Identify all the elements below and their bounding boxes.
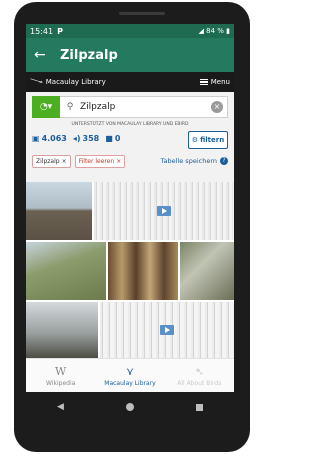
battery-icon: ▮: [226, 27, 230, 35]
nav-label: Wikipedia: [46, 379, 76, 387]
audio-tile[interactable]: [94, 182, 234, 240]
hamburger-icon: [199, 79, 208, 85]
close-icon[interactable]: ×: [62, 158, 67, 165]
photo-tile[interactable]: [180, 242, 234, 300]
powered-by-text: UNTERSTÜTZT VON MACAULAY LIBRARY UND EBI…: [71, 122, 189, 127]
nav-item-macaulay-library[interactable]: ⋎ Macaulay Library: [95, 359, 164, 393]
play-icon: [157, 206, 171, 216]
signal-icon: ◢: [198, 27, 207, 35]
search-panel: ◔▾ ⚲ Zilpzalp × UNTERSTÜTZT VON MACAULAY…: [26, 92, 234, 192]
audio-tile[interactable]: [100, 302, 234, 358]
nav-item-all-about-birds[interactable]: ➴ All About Birds: [165, 359, 234, 393]
clear-filters-label: Filter leeren: [78, 158, 115, 165]
menu-label: Menu: [210, 78, 230, 86]
macaulay-brand: Macaulay Library: [45, 78, 106, 86]
bottom-nav: W Wikipedia ⋎ Macaulay Library ➴ All Abo…: [26, 358, 234, 393]
parking-icon: P: [57, 26, 63, 36]
recents-square-icon[interactable]: [195, 403, 203, 411]
video-count[interactable]: ■ 0: [105, 134, 120, 143]
save-table-link[interactable]: Tabelle speichern ?: [161, 157, 228, 165]
search-bar: ◔▾ ⚲ Zilpzalp ×: [32, 95, 228, 118]
photo-tile[interactable]: [26, 242, 106, 300]
battery-level: 84 %: [206, 27, 224, 35]
media-type-icon: ◔▾: [39, 101, 53, 112]
camera-icon: ▣: [32, 134, 40, 143]
wikipedia-icon: W: [55, 364, 67, 378]
audio-count[interactable]: ◂) 358: [73, 134, 99, 143]
clear-filters-chip[interactable]: Filter leeren ×: [74, 155, 126, 168]
help-icon[interactable]: ?: [220, 157, 228, 165]
close-icon[interactable]: ×: [116, 158, 121, 165]
status-time: 15:41: [30, 26, 54, 36]
play-icon: [160, 325, 174, 335]
species-chip-label: Zilpzalp: [36, 158, 60, 165]
back-triangle-icon[interactable]: ◀: [57, 402, 64, 412]
all-about-birds-icon: ➴: [194, 364, 204, 378]
menu-button[interactable]: Menu: [199, 78, 230, 86]
species-chip[interactable]: Zilpzalp ×: [32, 155, 71, 168]
system-nav-bar: ◀: [26, 392, 234, 422]
media-type-dropdown[interactable]: ◔▾: [32, 95, 60, 118]
media-counts: ▣ 4.063 ◂) 358 ■ 0: [32, 134, 120, 143]
macaulay-bar: 𐃆 Macaulay Library Menu: [26, 72, 234, 92]
filter-button-label: filtern: [200, 136, 225, 144]
status-indicators: ◢ 84 % ▮: [199, 27, 231, 35]
photo-count-value: 4.063: [41, 134, 67, 143]
audio-icon: ◂): [72, 134, 81, 143]
app-bar: ← Zilpzalp: [26, 38, 234, 72]
page-title: Zilpzalp: [60, 47, 118, 63]
filter-chips: Zilpzalp × Filter leeren ×: [32, 155, 126, 168]
photo-tile[interactable]: [26, 182, 92, 240]
filter-button[interactable]: ⚙ filtern: [188, 131, 228, 149]
search-input[interactable]: Zilpzalp: [78, 102, 211, 112]
media-grid: [26, 182, 234, 358]
save-table-label: Tabelle speichern: [160, 157, 217, 165]
home-circle-icon[interactable]: [125, 403, 134, 411]
photo-tile[interactable]: [108, 242, 178, 300]
search-icon: ⚲: [66, 102, 74, 112]
audio-count-value: 358: [82, 134, 100, 143]
phone-speaker: [119, 12, 165, 15]
macaulay-logo-icon: 𐃆: [30, 77, 43, 86]
nav-label: Macaulay Library: [104, 379, 156, 387]
macaulay-bird-icon: ⋎: [125, 364, 135, 378]
photo-tile[interactable]: [26, 302, 98, 358]
video-count-value: 0: [114, 134, 121, 143]
clear-search-icon[interactable]: ×: [211, 101, 223, 113]
nav-label: All About Birds: [177, 379, 222, 387]
photo-count[interactable]: ▣ 4.063: [32, 134, 67, 143]
gear-icon: ⚙: [191, 136, 199, 144]
status-bar: 15:41 P ◢ 84 % ▮: [26, 24, 234, 38]
app-screen: 15:41 P ◢ 84 % ▮ ← Zilpzalp 𐃆 Macaulay L…: [26, 24, 234, 422]
back-arrow-icon[interactable]: ←: [34, 47, 60, 63]
nav-item-wikipedia[interactable]: W Wikipedia: [26, 359, 95, 393]
video-icon: ■: [105, 134, 113, 143]
